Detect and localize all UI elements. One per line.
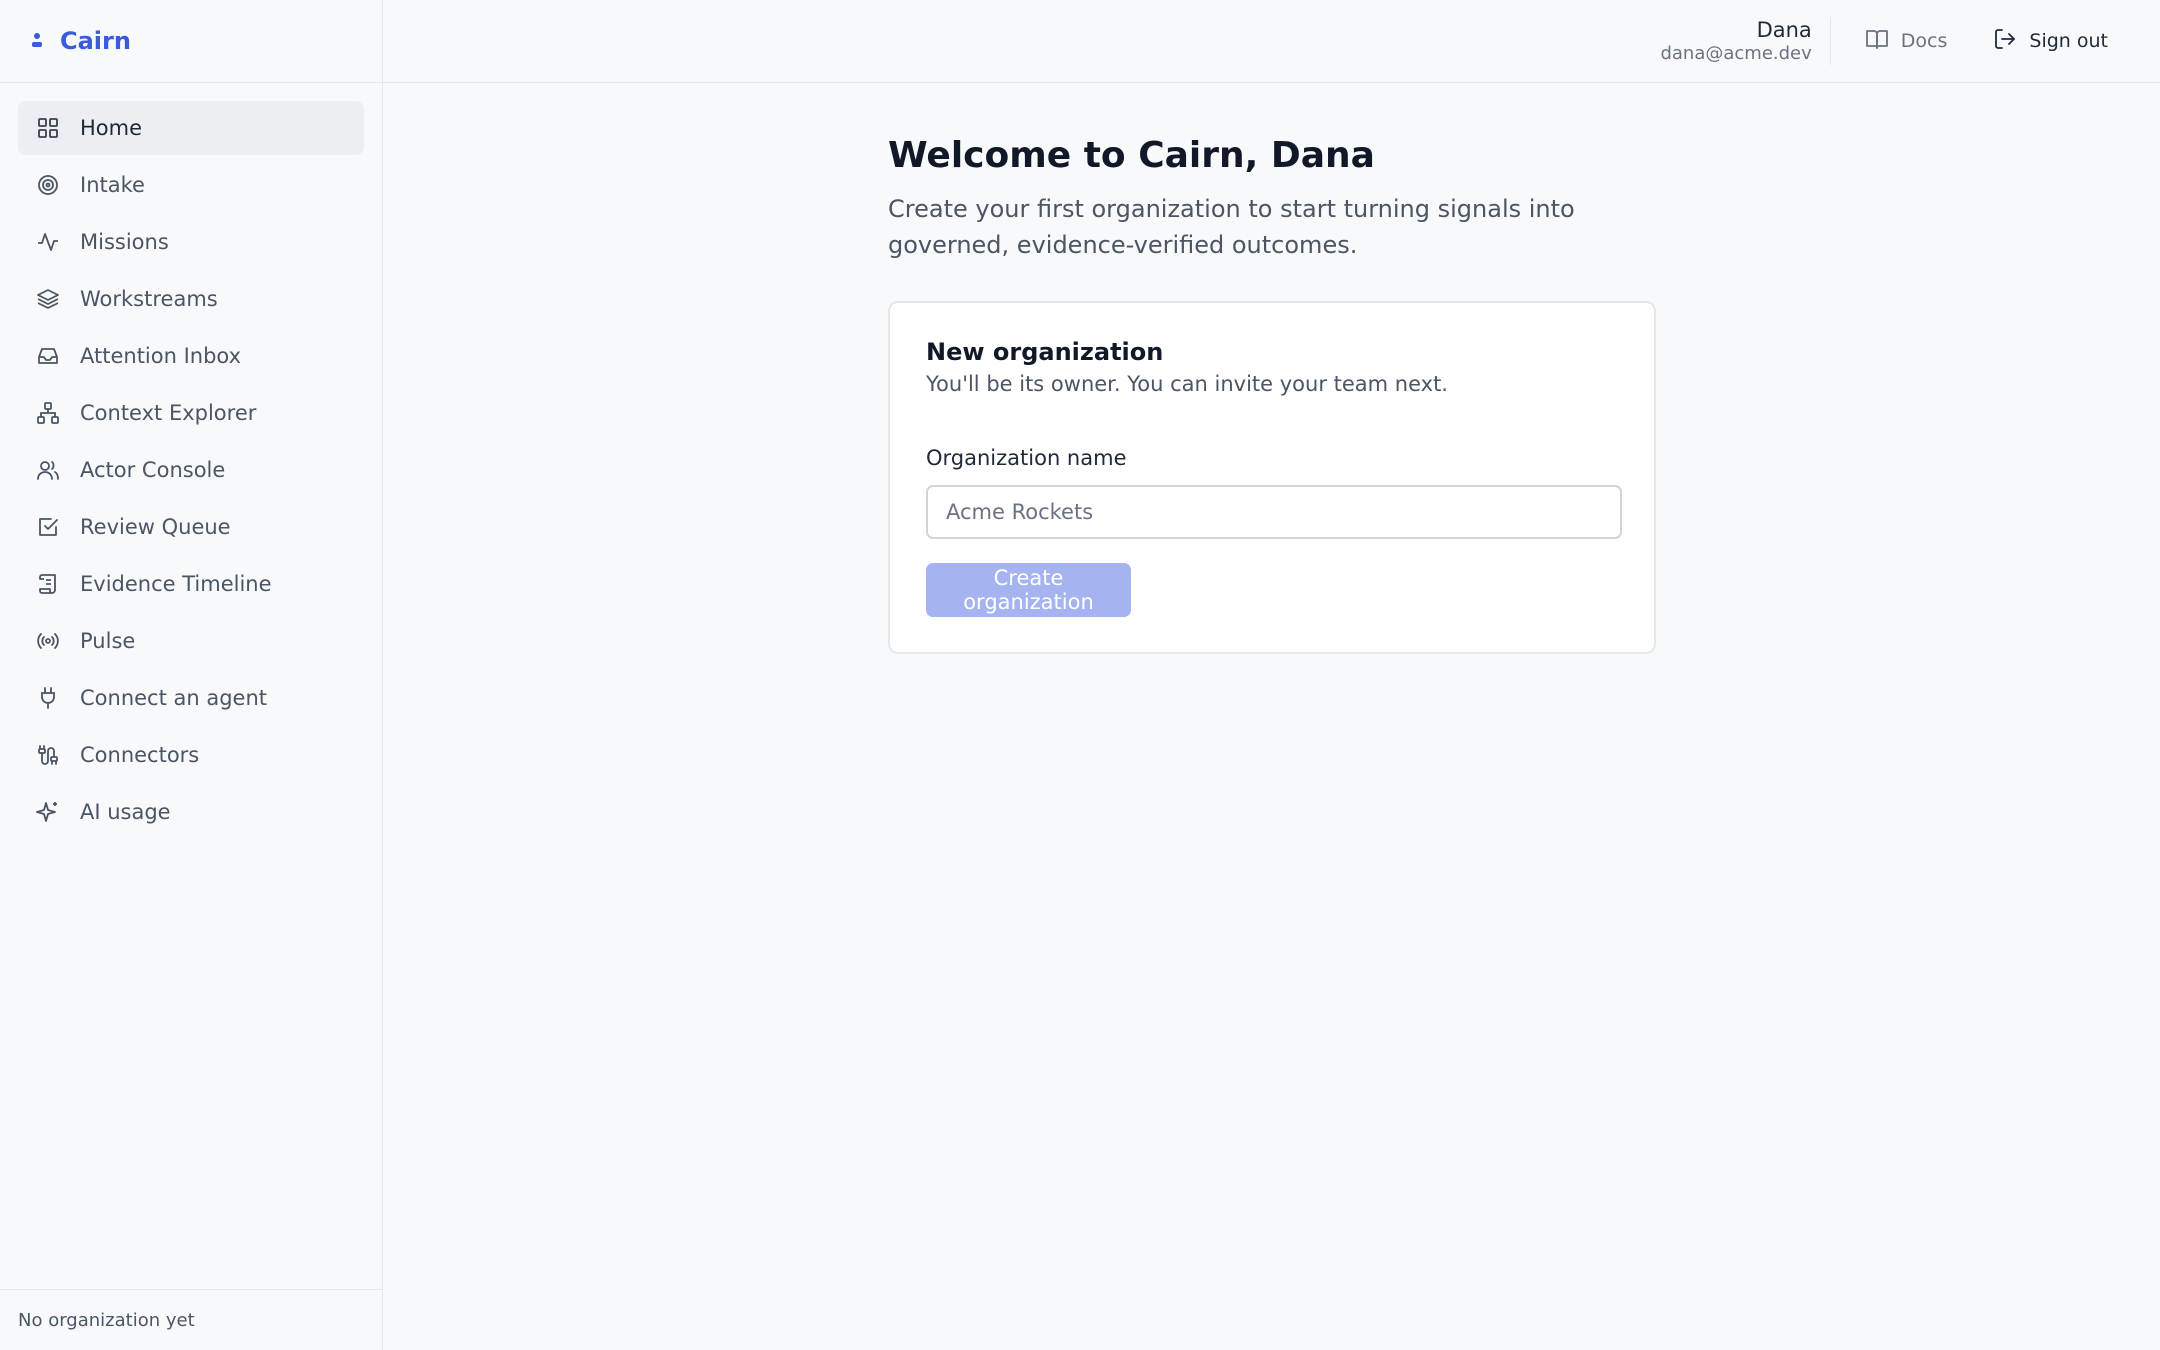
sidebar-item-actor-console[interactable]: Actor Console [18,443,364,497]
sidebar-item-review-queue[interactable]: Review Queue [18,500,364,554]
user-info: Dana dana@acme.dev [1660,17,1831,65]
organization-name-input[interactable] [926,485,1622,539]
sidebar-item-label: Intake [80,173,145,197]
sidebar-item-label: Connectors [80,743,200,767]
target-icon [36,173,60,197]
radio-icon [36,629,60,653]
sidebar-item-label: Review Queue [80,515,231,539]
log-out-icon [1993,27,2017,56]
sidebar-item-evidence-timeline[interactable]: Evidence Timeline [18,557,364,611]
sparkles-icon [36,800,60,824]
sidebar-nav: Home Intake Missions Workstreams Attenti… [0,83,382,839]
scroll-icon [36,572,60,596]
grid-icon [36,116,60,140]
sidebar-item-label: Pulse [80,629,136,653]
sidebar: Cairn Home Intake Missions Workstreams A… [0,0,383,1350]
sidebar-item-attention-inbox[interactable]: Attention Inbox [18,329,364,383]
cable-icon [36,743,60,767]
docs-label: Docs [1900,30,1948,52]
sidebar-item-label: Evidence Timeline [80,572,272,596]
layers-icon [36,287,60,311]
main-content: Welcome to Cairn, Dana Create your first… [888,135,1656,654]
sidebar-item-label: Context Explorer [80,401,257,425]
new-organization-card: New organization You'll be its owner. Yo… [888,301,1656,654]
organization-status: No organization yet [0,1289,383,1350]
check-square-icon [36,515,60,539]
sidebar-item-label: AI usage [80,800,171,824]
plug-icon [36,686,60,710]
activity-icon [36,230,60,254]
inbox-icon [36,344,60,368]
card-title: New organization [926,338,1164,366]
app-name: Cairn [60,27,131,55]
top-bar: Dana dana@acme.dev Docs Sign out [383,0,2160,83]
sidebar-item-label: Workstreams [80,287,218,311]
page-subtitle: Create your first organization to start … [888,195,1575,259]
sidebar-item-connect-agent[interactable]: Connect an agent [18,671,364,725]
users-icon [36,458,60,482]
sidebar-item-context-explorer[interactable]: Context Explorer [18,386,364,440]
sidebar-item-connectors[interactable]: Connectors [18,728,364,782]
user-email: dana@acme.dev [1660,43,1812,64]
book-icon [1865,27,1889,56]
create-organization-button[interactable]: Create organization [926,563,1131,617]
sign-out-button[interactable]: Sign out [1993,27,2108,56]
sidebar-item-label: Actor Console [80,458,226,482]
sidebar-item-missions[interactable]: Missions [18,215,364,269]
sidebar-item-label: Connect an agent [80,686,268,710]
network-icon [36,401,60,425]
docs-link[interactable]: Docs [1865,27,1948,56]
card-subtitle: You'll be its owner. You can invite your… [926,372,1448,396]
sidebar-item-label: Home [80,116,143,140]
cairn-logo-icon [30,31,44,51]
sign-out-label: Sign out [2029,30,2108,52]
sidebar-item-pulse[interactable]: Pulse [18,614,364,668]
sidebar-item-ai-usage[interactable]: AI usage [18,785,364,839]
organization-name-label: Organization name [926,446,1127,470]
sidebar-item-home[interactable]: Home [18,101,364,155]
sidebar-item-workstreams[interactable]: Workstreams [18,272,364,326]
user-name: Dana [1756,18,1812,42]
brand[interactable]: Cairn [0,0,382,83]
sidebar-item-intake[interactable]: Intake [18,158,364,212]
sidebar-item-label: Missions [80,230,169,254]
sidebar-item-label: Attention Inbox [80,344,242,368]
page-title: Welcome to Cairn, Dana [888,135,1375,176]
